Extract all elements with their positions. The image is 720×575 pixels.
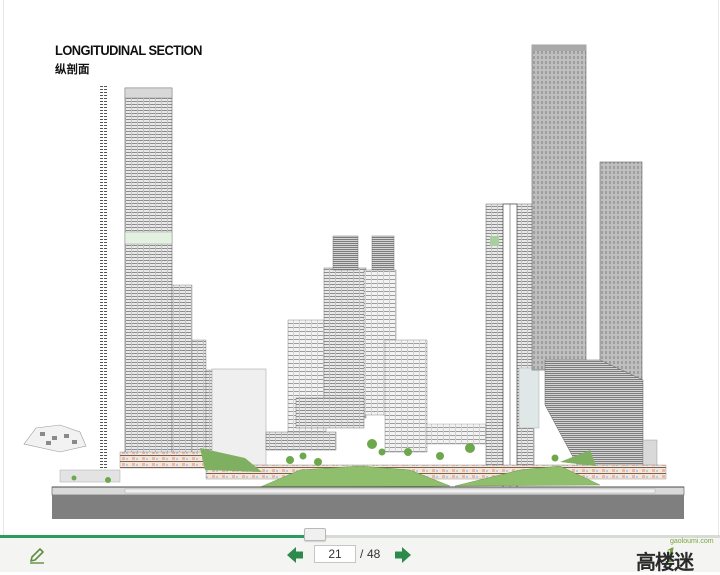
site-logo[interactable]: 1 高楼迷 gaoloumi.com	[634, 538, 716, 574]
key-plan	[23, 424, 87, 453]
ground-section	[52, 495, 684, 519]
page-progress-fill	[0, 535, 315, 538]
section-drawing	[23, 44, 685, 519]
document-viewer: LONGITUDINAL SECTION 纵剖面	[0, 0, 720, 537]
page-slider-handle[interactable]	[304, 528, 326, 541]
level-markers	[100, 86, 108, 476]
tower-f	[384, 339, 428, 453]
page-number-input[interactable]	[314, 545, 356, 563]
arrow-right-icon[interactable]	[394, 546, 412, 564]
logo-text: 高楼迷	[636, 550, 694, 574]
tower-a	[124, 87, 173, 464]
tower-h	[531, 44, 587, 371]
arrow-left-icon[interactable]	[286, 546, 304, 564]
page-separator: /	[360, 547, 364, 561]
page-progress-track[interactable]	[0, 528, 720, 541]
pencil-icon[interactable]	[27, 545, 47, 565]
page-total: 48	[367, 547, 381, 561]
tower-c	[287, 319, 327, 449]
bottom-toolbar: / 48 1 高楼迷 gaoloumi.com	[0, 528, 720, 574]
tower-d	[323, 267, 367, 419]
logo-subtext: gaoloumi.com	[670, 538, 714, 545]
